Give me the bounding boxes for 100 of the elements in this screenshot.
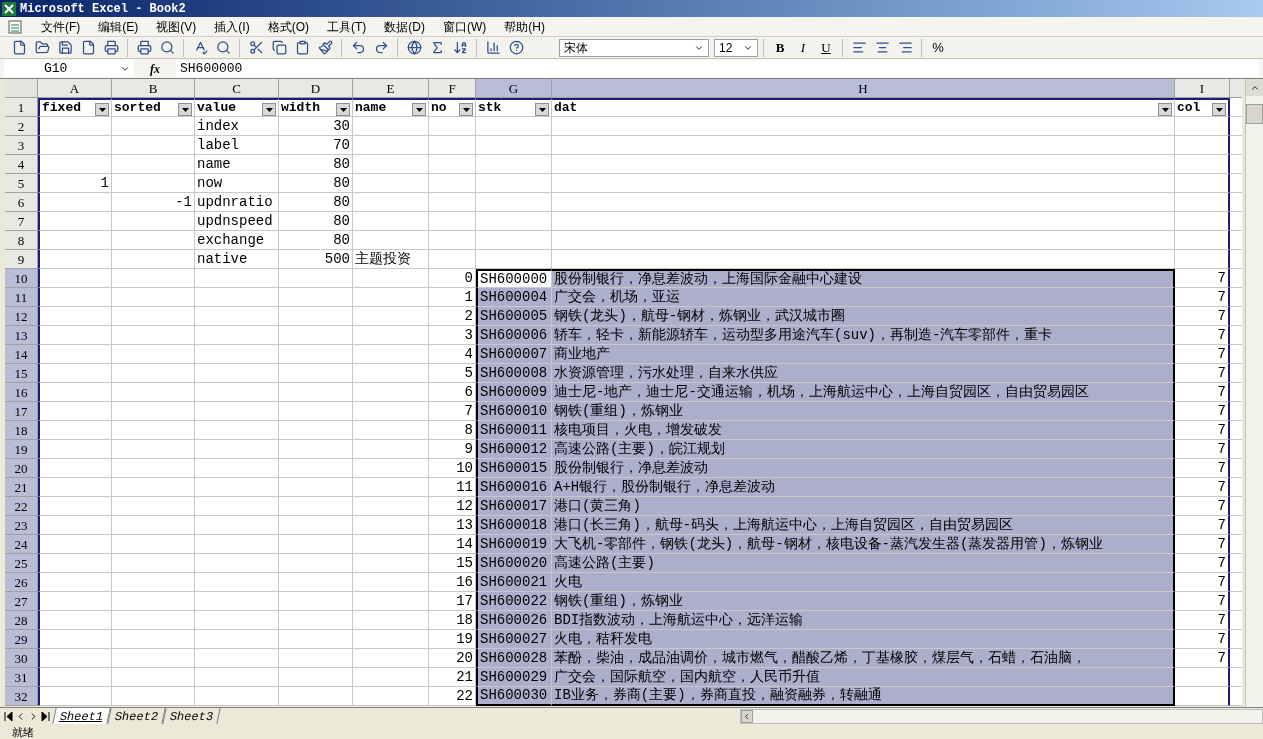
menu-item[interactable]: 窗口(W): [434, 17, 496, 36]
table-cell: 7: [1175, 440, 1230, 459]
row-header[interactable]: 11: [5, 288, 38, 307]
row-header[interactable]: 17: [5, 402, 38, 421]
table-cell: SH600009: [476, 383, 552, 402]
filter-dropdown-button[interactable]: [1212, 103, 1226, 116]
row-header[interactable]: 18: [5, 421, 38, 440]
column-header[interactable]: E: [353, 79, 429, 98]
row-header[interactable]: 27: [5, 592, 38, 611]
column-header[interactable]: I: [1175, 79, 1230, 98]
row-header[interactable]: 29: [5, 630, 38, 649]
row-header[interactable]: 7: [5, 212, 38, 231]
column-header[interactable]: F: [429, 79, 476, 98]
spreadsheet-app-icon: [2, 1, 16, 16]
table-cell: 9: [429, 440, 476, 459]
sheet-tab[interactable]: Sheet1: [52, 708, 111, 724]
filter-dropdown-button[interactable]: [412, 103, 426, 116]
row-header[interactable]: 30: [5, 649, 38, 668]
row-header[interactable]: 16: [5, 383, 38, 402]
column-header[interactable]: G: [476, 79, 552, 98]
filter-dropdown-button[interactable]: [459, 103, 473, 116]
last-sheet-icon[interactable]: [41, 711, 50, 721]
column-header[interactable]: D: [279, 79, 353, 98]
row-header[interactable]: 24: [5, 535, 38, 554]
column-header[interactable]: H: [552, 79, 1175, 98]
menu-item[interactable]: 格式(O): [258, 17, 318, 36]
menu-item[interactable]: 数据(D): [375, 17, 434, 36]
menu-item[interactable]: 工具(T): [318, 17, 376, 36]
percent-button[interactable]: %: [927, 37, 949, 58]
table-cell: 7: [1175, 535, 1230, 554]
sheet-tab[interactable]: Sheet3: [162, 708, 222, 724]
table-cell: 19: [429, 630, 476, 649]
formula-field[interactable]: SH600000: [176, 60, 1259, 77]
column-header[interactable]: C: [195, 79, 279, 98]
column-header[interactable]: B: [112, 79, 195, 98]
table-cell: SH600026: [476, 611, 552, 630]
scroll-thumb[interactable]: [1246, 104, 1263, 124]
row-header[interactable]: 25: [5, 554, 38, 573]
row-header[interactable]: 21: [5, 478, 38, 497]
filter-dropdown-button[interactable]: [262, 103, 276, 116]
status-text: 就绪: [12, 724, 34, 739]
row-header[interactable]: 20: [5, 459, 38, 478]
font-size-field[interactable]: 12: [714, 38, 758, 57]
menu-item[interactable]: 帮助(H): [495, 17, 554, 36]
table-cell: 20: [429, 649, 476, 668]
font-field[interactable]: 宋体: [559, 38, 709, 57]
table-cell: SH600004: [476, 288, 552, 307]
underline-button[interactable]: U: [815, 37, 837, 58]
row-header[interactable]: 12: [5, 307, 38, 326]
filter-dropdown-button[interactable]: [178, 103, 192, 116]
row-header[interactable]: 23: [5, 516, 38, 535]
row-header[interactable]: 10: [5, 269, 38, 288]
table-cell: 12: [429, 497, 476, 516]
row-header[interactable]: 14: [5, 345, 38, 364]
menu-item[interactable]: 编辑(E): [89, 17, 148, 36]
vertical-scrollbar[interactable]: [1245, 79, 1263, 707]
filter-dropdown-button[interactable]: [1158, 103, 1172, 116]
row-header[interactable]: 28: [5, 611, 38, 630]
column-filter-label: value: [197, 100, 236, 116]
menu-item[interactable]: 文件(F): [32, 17, 90, 36]
row-header[interactable]: 8: [5, 231, 38, 250]
table-cell: SH600019: [476, 535, 552, 554]
table-cell: 7: [1175, 516, 1230, 535]
horizontal-scrollbar[interactable]: [739, 708, 1263, 724]
row-header[interactable]: 3: [5, 136, 38, 155]
row-header[interactable]: 19: [5, 440, 38, 459]
first-sheet-icon[interactable]: [4, 711, 13, 721]
row-header[interactable]: 15: [5, 364, 38, 383]
menu-item[interactable]: 视图(V): [147, 17, 206, 36]
column-header[interactable]: A: [38, 79, 112, 98]
table-cell: SH600007: [476, 345, 552, 364]
table-cell: 7: [1175, 478, 1230, 497]
row-header[interactable]: 6: [5, 193, 38, 212]
table-cell: 轿车，轻卡，新能源轿车，运动型多用途汽车(suv)，再制造-汽车零部件，重卡: [552, 326, 1175, 345]
insert-function-button[interactable]: fx: [138, 59, 172, 78]
name-box[interactable]: G10: [4, 60, 134, 77]
row-header[interactable]: 5: [5, 174, 38, 193]
row-header[interactable]: 32: [5, 687, 38, 706]
table-cell: 21: [429, 668, 476, 687]
table-cell: 港口(长三角)，航母-码头，上海航运中心，上海自贸园区，自由贸易园区: [552, 516, 1175, 535]
filter-dropdown-button[interactable]: [535, 103, 549, 116]
italic-button[interactable]: I: [792, 37, 814, 58]
table-cell: 18: [429, 611, 476, 630]
table-cell: updnspeed: [195, 212, 279, 231]
row-header[interactable]: 4: [5, 155, 38, 174]
sheet-tab[interactable]: Sheet2: [107, 708, 167, 724]
table-cell: 高速公路(主要)，皖江规划: [552, 440, 1175, 459]
table-cell: 7: [1175, 459, 1230, 478]
row-header[interactable]: 1: [5, 98, 38, 117]
row-header[interactable]: 31: [5, 668, 38, 687]
row-header[interactable]: 13: [5, 326, 38, 345]
row-header[interactable]: 26: [5, 573, 38, 592]
bold-button[interactable]: B: [769, 37, 791, 58]
row-header[interactable]: 22: [5, 497, 38, 516]
filter-dropdown-button[interactable]: [95, 103, 109, 116]
table-cell: 迪士尼-地产，迪士尼-交通运输，机场，上海航运中心，上海自贸园区，自由贸易园区: [552, 383, 1175, 402]
menu-item[interactable]: 插入(I): [205, 17, 259, 36]
row-header[interactable]: 9: [5, 250, 38, 269]
row-header[interactable]: 2: [5, 117, 38, 136]
filter-dropdown-button[interactable]: [336, 103, 350, 116]
